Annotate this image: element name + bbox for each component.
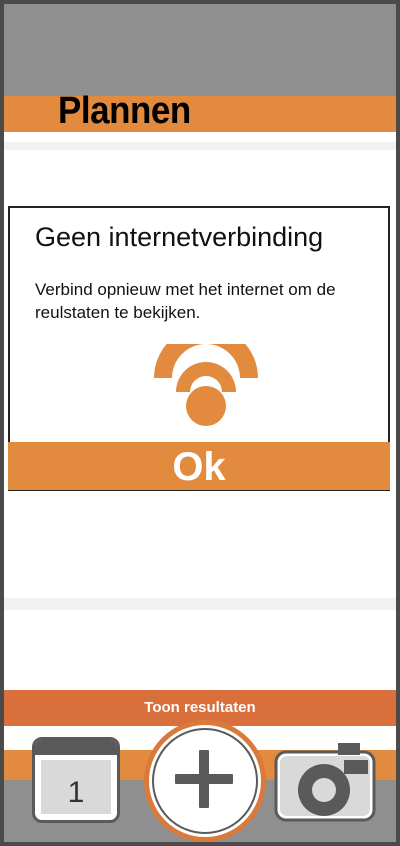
ok-button[interactable]: Ok (8, 442, 390, 490)
dialog-title: Geen internetverbinding (35, 222, 324, 252)
content-strip (4, 132, 396, 142)
wifi-icon (154, 344, 258, 426)
add-button[interactable] (144, 720, 266, 842)
page-title: Plannen (58, 90, 191, 132)
app-screen: Plannen Geen internetverbinding Verbind … (4, 4, 396, 842)
camera-icon (274, 743, 376, 822)
calendar-button[interactable]: 1 (32, 737, 120, 823)
dialog-message: Verbind opnieuw met het internet om de r… (35, 280, 336, 322)
top-bar (4, 4, 396, 96)
calendar-day: 1 (67, 776, 85, 809)
calendar-icon (35, 740, 117, 755)
camera-button[interactable] (274, 742, 378, 822)
no-connection-dialog: Geen internetverbinding Verbind opnieuw … (8, 206, 390, 491)
content-strip-bottom (4, 610, 396, 690)
plus-icon-vertical (199, 750, 209, 808)
